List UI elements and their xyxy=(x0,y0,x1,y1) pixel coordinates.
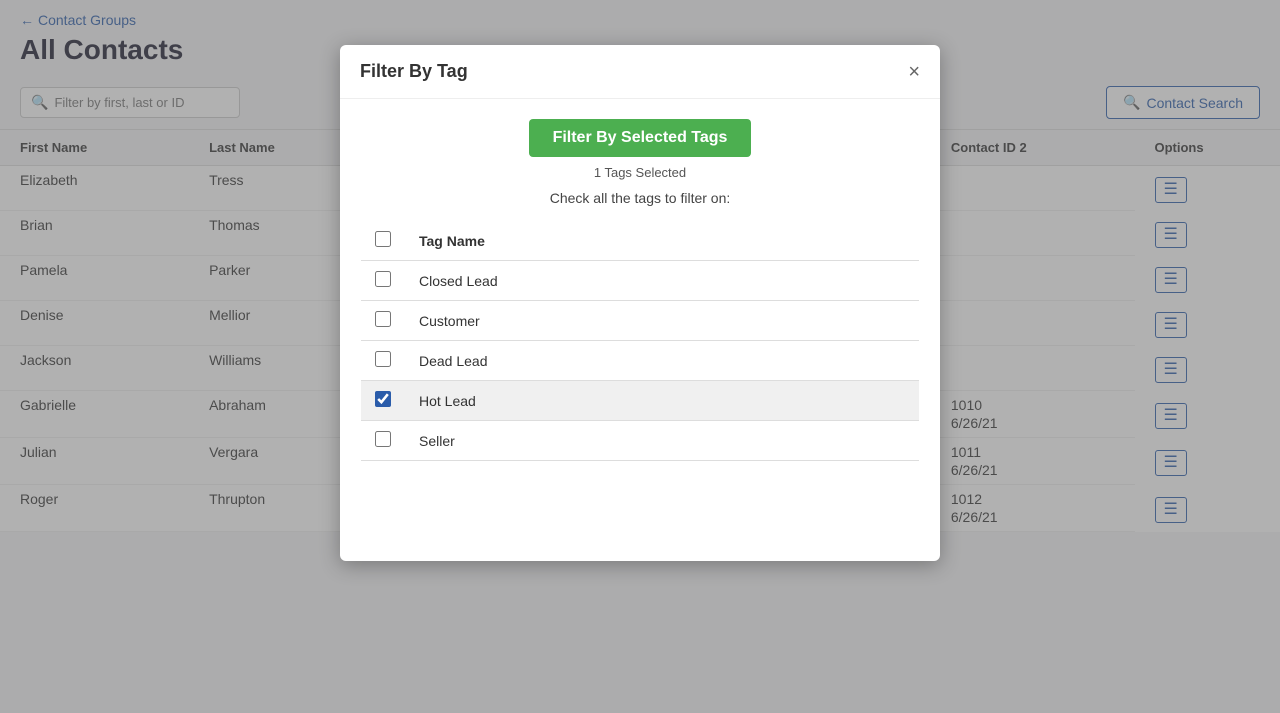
tag-checkbox-hot-lead[interactable] xyxy=(375,391,391,407)
tag-label-dead-lead: Dead Lead xyxy=(405,341,920,381)
list-item: Closed Lead xyxy=(361,261,920,301)
modal-header: Filter By Tag × xyxy=(340,45,940,99)
list-item: Customer xyxy=(361,301,920,341)
tags-table-header-row: Tag Name xyxy=(361,221,920,261)
tag-label-hot-lead: Hot Lead xyxy=(405,381,920,421)
tag-label-closed-lead: Closed Lead xyxy=(405,261,920,301)
tag-name-header: Tag Name xyxy=(405,221,920,261)
tags-table: Tag Name Closed Lead Customer Dead Lead xyxy=(360,220,920,521)
modal-title: Filter By Tag xyxy=(360,61,468,82)
page-wrapper: ← Contact Groups All Contacts 🔍 🔍 Contac… xyxy=(0,0,1280,713)
list-item: Dead Lead xyxy=(361,341,920,381)
tags-empty-area xyxy=(361,461,920,521)
tag-checkbox-dead-lead[interactable] xyxy=(375,351,391,367)
list-item: Hot Lead xyxy=(361,381,920,421)
filter-by-tag-modal: Filter By Tag × Filter By Selected Tags … xyxy=(340,45,940,561)
list-item: Seller xyxy=(361,421,920,461)
modal-close-button[interactable]: × xyxy=(908,62,920,82)
tag-checkbox-customer[interactable] xyxy=(375,311,391,327)
select-all-checkbox[interactable] xyxy=(375,231,391,247)
modal-body: Filter By Selected Tags 1 Tags Selected … xyxy=(340,99,940,541)
tag-checkbox-seller[interactable] xyxy=(375,431,391,447)
tag-checkbox-closed-lead[interactable] xyxy=(375,271,391,287)
tag-label-seller: Seller xyxy=(405,421,920,461)
check-instruction: Check all the tags to filter on: xyxy=(360,190,920,206)
tags-selected-count: 1 Tags Selected xyxy=(360,165,920,180)
tag-label-customer: Customer xyxy=(405,301,920,341)
filter-by-selected-tags-button[interactable]: Filter By Selected Tags xyxy=(529,119,752,157)
